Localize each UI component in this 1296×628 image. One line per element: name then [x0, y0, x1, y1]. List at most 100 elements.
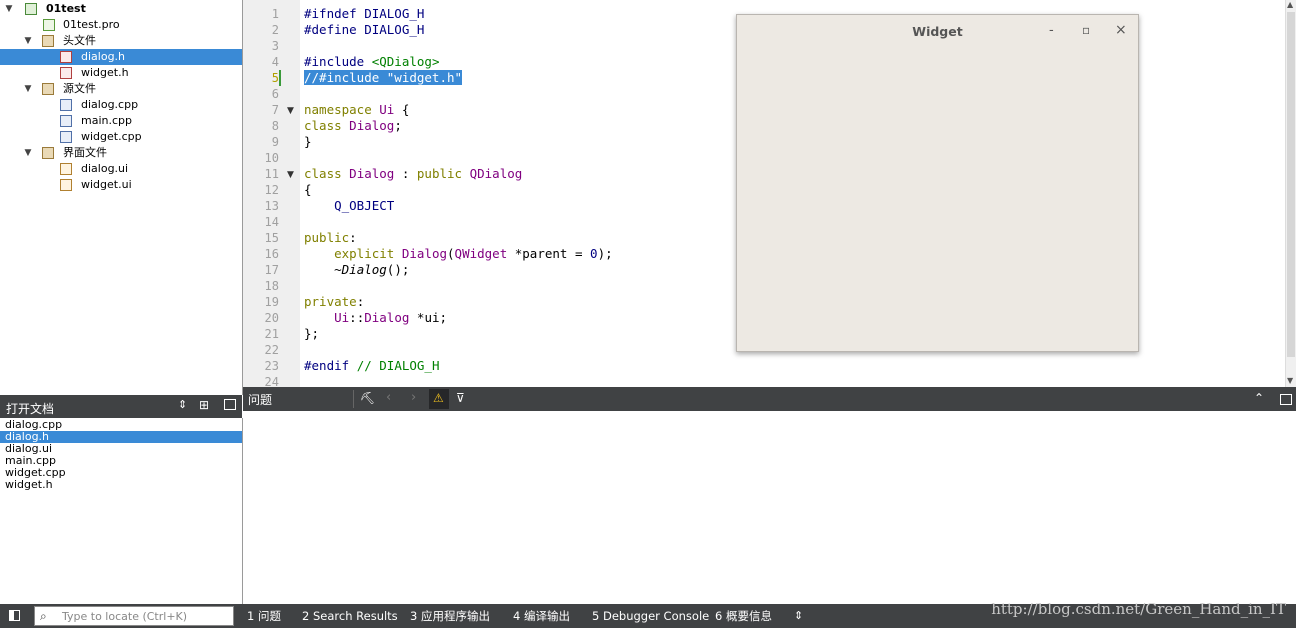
editor-scrollbar[interactable]: ▲ ▼ — [1285, 0, 1296, 387]
fold-arrow-icon[interactable]: ▼ — [287, 106, 294, 116]
tab-number: 3 — [410, 609, 418, 623]
line-number-current: 5 — [271, 71, 279, 85]
line-number: 8 — [271, 119, 279, 133]
maximize-button[interactable]: ▫ — [1082, 23, 1090, 37]
tab-number: 6 — [715, 609, 723, 623]
tree-item-project[interactable]: ▼ 01test — [0, 1, 242, 17]
tree-item-widget-ui[interactable]: widget.ui — [0, 177, 242, 193]
locator-input[interactable]: ⌕ Type to locate (Ctrl+K) — [34, 606, 234, 626]
tree-item-dialog-h[interactable]: dialog.h — [0, 49, 242, 65]
clean-icon[interactable]: ⛏ — [360, 391, 375, 405]
tree-item-label: widget.ui — [81, 178, 132, 191]
chevron-down-icon[interactable]: ▼ — [23, 81, 33, 97]
close-pane-icon[interactable] — [1280, 394, 1292, 405]
scroll-down-icon[interactable]: ▼ — [1287, 376, 1293, 385]
issues-list[interactable] — [243, 411, 1296, 604]
header-file-icon — [60, 67, 72, 79]
output-tab-debugger-console[interactable]: 5 Debugger Console — [592, 604, 709, 628]
tree-item-dialog-cpp[interactable]: dialog.cpp — [0, 97, 242, 113]
tree-item-main-cpp[interactable]: main.cpp — [0, 113, 242, 129]
minimize-button[interactable]: - — [1049, 23, 1054, 38]
open-documents-list[interactable]: dialog.cpp dialog.h dialog.ui main.cpp w… — [0, 418, 243, 604]
tree-item-label: 01test — [46, 2, 86, 15]
tree-item-widget-cpp[interactable]: widget.cpp — [0, 129, 242, 145]
line-number: 21 — [264, 327, 279, 341]
scrollbar-thumb[interactable] — [1287, 12, 1295, 357]
line-number: 23 — [264, 359, 279, 373]
split-icon[interactable]: ⊞ — [199, 398, 209, 412]
close-pane-icon[interactable] — [224, 399, 236, 410]
fold-arrow-icon[interactable]: ▼ — [287, 170, 294, 180]
output-tab-issues[interactable]: 1 问题 — [247, 604, 281, 628]
line-number: 20 — [264, 311, 279, 325]
code-line: #ifndef DIALOG_H — [304, 6, 425, 21]
header-folder-icon — [42, 35, 54, 47]
tree-item-sources-folder[interactable]: ▼ 源文件 — [0, 81, 242, 97]
tree-item-pro-file[interactable]: 01test.pro — [0, 17, 242, 33]
tree-item-label: widget.h — [81, 66, 129, 79]
tab-number: 4 — [513, 609, 521, 623]
widget-window[interactable]: Widget - ▫ × — [736, 14, 1139, 352]
code-line: #include <QDialog> — [304, 54, 440, 69]
line-number: 14 — [264, 215, 279, 229]
chevron-down-icon[interactable]: ▼ — [23, 145, 33, 161]
cpp-file-icon — [60, 131, 72, 143]
open-documents-title: 打开文档 — [6, 402, 55, 416]
search-icon: ⌕ — [40, 609, 47, 623]
tree-item-label: widget.cpp — [81, 130, 142, 143]
tree-item-headers-folder[interactable]: ▼ 头文件 — [0, 33, 242, 49]
code-line: #define DIALOG_H — [304, 22, 425, 37]
line-number: 19 — [264, 295, 279, 309]
code-line: class Dialog : public QDialog — [304, 166, 523, 181]
tree-item-widget-h[interactable]: widget.h — [0, 65, 242, 81]
tree-item-label: 01test.pro — [63, 18, 120, 31]
filter-icon[interactable]: ⊽ — [456, 391, 465, 405]
tab-label: 问题 — [257, 609, 281, 623]
line-number: 4 — [271, 55, 279, 69]
tab-number: 1 — [247, 609, 255, 623]
open-documents-header: 打开文档 ⇕ ⊞ — [0, 395, 242, 418]
output-tab-compile-output[interactable]: 4 编译输出 — [513, 604, 570, 628]
cpp-file-icon — [60, 115, 72, 127]
tree-item-label: dialog.cpp — [81, 98, 139, 111]
output-tab-general-messages[interactable]: 6 概要信息 — [715, 604, 772, 628]
line-number: 17 — [264, 263, 279, 277]
output-tab-application-output[interactable]: 3 应用程序输出 — [410, 604, 490, 628]
tree-item-forms-folder[interactable]: ▼ 界面文件 — [0, 145, 242, 161]
chevron-down-icon[interactable]: ▼ — [23, 33, 33, 49]
warning-filter-button[interactable]: ⚠ — [429, 389, 449, 409]
previous-icon[interactable]: ‹ — [386, 390, 391, 405]
close-button[interactable]: × — [1115, 22, 1127, 38]
sort-arrows-icon[interactable]: ⇕ — [178, 398, 187, 411]
output-tab-search-results[interactable]: 2 Search Results — [302, 604, 398, 628]
chevron-up-icon[interactable]: ⌃ — [1254, 391, 1264, 405]
code-line-selected: //#include "widget.h" — [304, 70, 463, 86]
toolbar-divider — [353, 390, 354, 408]
project-icon — [25, 3, 37, 15]
toggle-sidebar-icon[interactable] — [9, 610, 20, 621]
more-tabs-arrows-icon[interactable]: ⇕ — [794, 609, 803, 622]
issues-toolbar: 问题 ⛏ ‹ › ⚠ ⊽ ⌃ — [243, 387, 1296, 411]
code-line: Ui::Dialog *ui; — [334, 310, 448, 325]
line-number: 13 — [264, 199, 279, 213]
scroll-up-icon[interactable]: ▲ — [1287, 0, 1293, 9]
line-number: 2 — [271, 23, 279, 37]
next-icon[interactable]: › — [411, 390, 416, 405]
ui-file-icon — [60, 179, 72, 191]
tree-item-label: 界面文件 — [63, 146, 107, 159]
line-number: 12 — [264, 183, 279, 197]
chevron-down-icon[interactable]: ▼ — [4, 1, 14, 17]
line-number: 16 — [264, 247, 279, 261]
ui-file-icon — [60, 163, 72, 175]
line-number: 15 — [264, 231, 279, 245]
project-tree[interactable]: ▼ 01test 01test.pro ▼ 头文件 dialog.h widge… — [0, 0, 243, 395]
line-number: 10 — [264, 151, 279, 165]
tree-item-dialog-ui[interactable]: dialog.ui — [0, 161, 242, 177]
line-number: 3 — [271, 39, 279, 53]
tree-item-label: 源文件 — [63, 82, 96, 95]
open-doc-item[interactable]: widget.h — [0, 479, 242, 491]
line-number: 22 — [264, 343, 279, 357]
source-folder-icon — [42, 83, 54, 95]
code-line: Q_OBJECT — [304, 198, 395, 213]
code-line: namespace Ui { — [304, 102, 410, 117]
